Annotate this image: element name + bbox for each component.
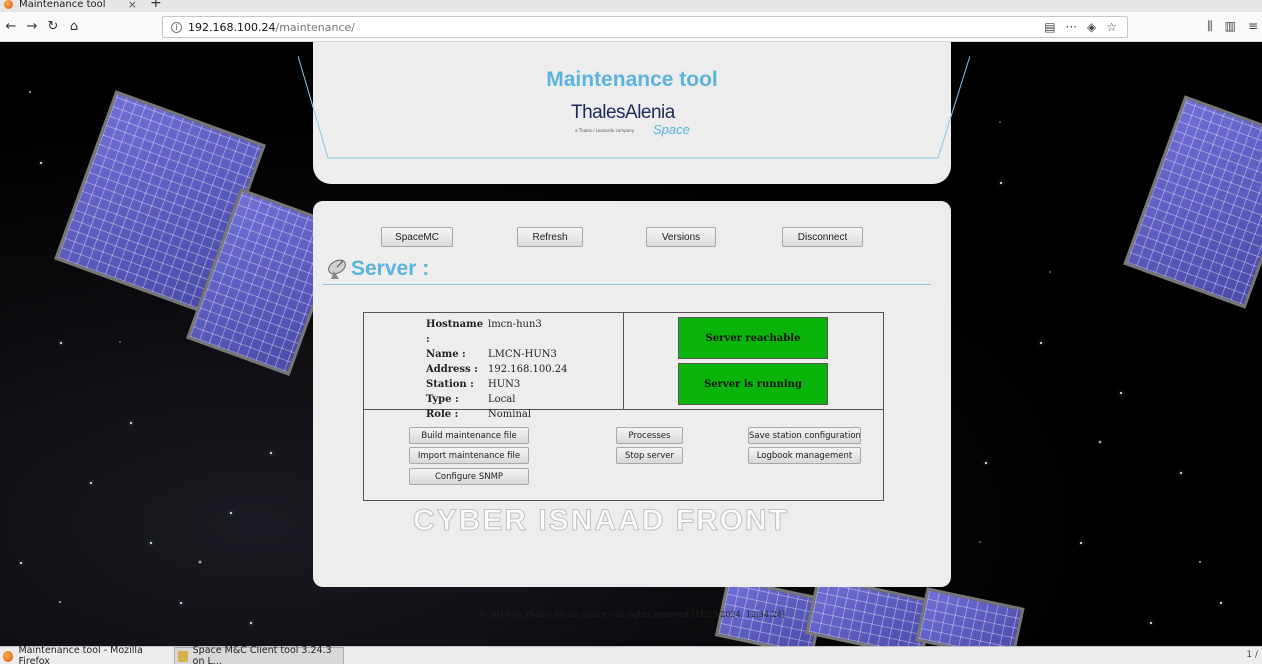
copyright-footer: © 2018 by Thales Alenia Space - all righ… <box>479 610 785 619</box>
main-panel: SpaceMC Refresh Versions Disconnect Serv… <box>313 201 951 619</box>
close-tab-icon[interactable]: × <box>128 0 137 11</box>
server-running-badge: Server is running <box>678 363 828 405</box>
logo-tagline: a Thales / Leonardo company <box>575 128 635 133</box>
refresh-button[interactable]: Refresh <box>517 227 583 247</box>
forward-icon[interactable]: → <box>24 19 40 35</box>
processes-button[interactable]: Processes <box>616 427 683 444</box>
library-icon[interactable]: ⫼ <box>1207 19 1213 34</box>
url-path: /maintenance/ <box>275 20 355 34</box>
taskbar-item-firefox[interactable]: Maintenance tool - Mozilla Firefox <box>0 645 170 664</box>
url-bar[interactable]: i 192.168.100.24 /maintenance/ ▤ ··· ◈ ☆ <box>162 16 1128 38</box>
home-icon[interactable]: ⌂ <box>66 19 82 35</box>
taskbar-label: Space M&C Client tool 3.24.3 on L... <box>192 645 332 664</box>
tab-maintenance[interactable]: Maintenance tool × <box>0 0 140 12</box>
app-icon <box>178 650 188 662</box>
sidebar-icon[interactable]: ▥ <box>1225 19 1236 34</box>
tab-title: Maintenance tool <box>19 0 106 10</box>
save-station-configuration-button[interactable]: Save station configuration <box>748 427 861 444</box>
server-reachable-badge: Server reachable <box>678 317 828 359</box>
field-row: Name : LMCN-HUN3 <box>426 349 557 360</box>
taskbar-item-client-tool[interactable]: Space M&C Client tool 3.24.3 on L... <box>174 645 344 664</box>
bookmark-star-icon[interactable]: ☆ <box>1106 20 1117 34</box>
watermark-text: CYBER ISNAAD FRONT <box>412 504 790 538</box>
stop-server-button[interactable]: Stop server <box>616 447 683 464</box>
reload-icon[interactable]: ↻ <box>45 19 61 35</box>
menu-icon[interactable]: ≡ <box>1248 19 1258 34</box>
logo-sub-text: Space <box>653 122 690 137</box>
taskbar-label: Maintenance tool - Mozilla Firefox <box>18 645 143 664</box>
import-maintenance-file-button[interactable]: Import maintenance file <box>409 447 529 464</box>
field-row: Type : Local <box>426 394 516 405</box>
firefox-icon <box>3 650 14 662</box>
spacemc-button[interactable]: SpaceMC <box>381 227 453 247</box>
server-heading: Server : <box>323 255 931 285</box>
server-fields: Hostname : lmcn-hun3 Name : LMCN-HUN3 Addr… <box>426 317 568 422</box>
server-info-box: Hostname : lmcn-hun3 Name : LMCN-HUN3 Addr… <box>363 312 884 501</box>
page-content: Maintenance tool ThalesAlenia Space a Th… <box>0 42 1262 646</box>
versions-button[interactable]: Versions <box>646 227 716 247</box>
satellite-dish-icon <box>328 259 346 279</box>
url-actions: ▤ ··· ◈ ☆ <box>1044 20 1117 34</box>
logbook-management-button[interactable]: Logbook management <box>748 447 861 464</box>
info-icon[interactable]: i <box>171 21 182 33</box>
reader-view-icon[interactable]: ▤ <box>1044 20 1055 34</box>
pocket-icon[interactable]: ◈ <box>1087 20 1096 34</box>
back-icon[interactable]: ← <box>3 19 19 35</box>
new-tab-button[interactable]: + <box>150 0 162 11</box>
header-content: Maintenance tool ThalesAlenia Space a Th… <box>313 42 951 184</box>
disconnect-button[interactable]: Disconnect <box>782 227 863 247</box>
field-row: Role : Nominal <box>426 409 532 420</box>
url-host: 192.168.100.24 <box>188 20 276 34</box>
firefox-icon <box>4 0 13 9</box>
logo-main-text: ThalesAlenia <box>571 102 675 123</box>
thales-alenia-logo: ThalesAlenia Space a Thales / Leonardo c… <box>571 102 701 144</box>
server-status: Server reachable Server is running <box>624 313 883 410</box>
configure-snmp-button[interactable]: Configure SNMP <box>409 468 529 485</box>
server-details: Hostname : lmcn-hun3 Name : LMCN-HUN3 Addr… <box>364 313 624 420</box>
field-row: Address :192.168.100.24 <box>426 364 568 375</box>
page-actions-icon[interactable]: ··· <box>1066 20 1077 34</box>
toolbar-right: ⫼ ▥ ≡ <box>1207 19 1258 34</box>
navigation-bar: ← → ↻ ⌂ i 192.168.100.24 /maintenance/ ▤… <box>0 12 1262 42</box>
field-row: Station : HUN3 <box>426 379 521 390</box>
taskbar: Maintenance tool - Mozilla Firefox Space… <box>0 645 1262 664</box>
field-row: Hostname : lmcn-hun3 <box>426 319 542 345</box>
page-title: Maintenance tool <box>546 68 718 91</box>
tab-bar: Maintenance tool × + <box>0 0 1262 12</box>
server-title: Server : <box>351 257 430 280</box>
workspace-pager[interactable]: 1 / <box>1246 650 1258 660</box>
build-maintenance-file-button[interactable]: Build maintenance file <box>409 427 529 444</box>
